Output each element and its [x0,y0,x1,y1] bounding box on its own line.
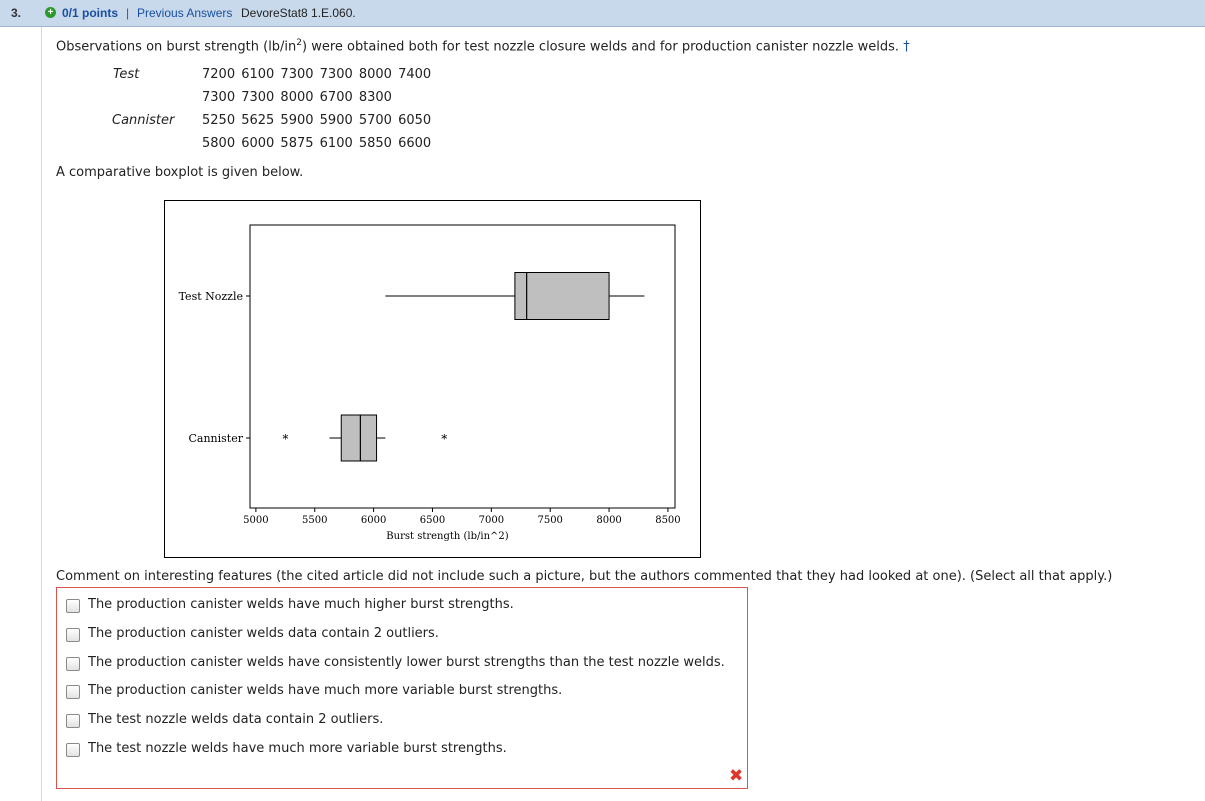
x-tick-label-8500: 8500 [655,515,680,526]
question-number: 3. [11,6,22,20]
option-label-1: The production canister welds have much … [88,597,514,612]
option-label-2: The production canister welds data conta… [88,626,439,641]
test-data-row-2: 7300 7300 8000 6700 8300 [202,90,392,105]
expand-plus-icon[interactable]: + [45,7,56,18]
points-score: 0/1 points [62,6,119,20]
test-data-row-1: 7200 6100 7300 7300 8000 7400 [202,67,432,82]
intro-text: Observations on burst strength (lb/in2) … [56,38,910,55]
x-tick-label-6500: 6500 [420,515,445,526]
y-label-cannister: Cannister [189,432,244,445]
outlier-cannister-2: * [441,432,447,446]
checkbox-1[interactable] [66,599,80,613]
test-label: Test [113,67,140,82]
checkbox-6[interactable] [66,743,80,757]
x-tick-label-8000: 8000 [596,515,621,526]
checkbox-4[interactable] [66,685,80,699]
outlier-cannister-1: * [282,432,288,446]
y-label-test-nozzle: Test Nozzle [179,290,243,303]
boxplot-chart: 5000 5500 6000 6500 7000 7500 8000 8500 Burst st… [179,224,681,542]
cannister-data-row-2: 5800 6000 5875 6100 5850 6600 [202,136,432,151]
x-tick-label-7500: 7500 [537,515,562,526]
left-rule [41,27,42,801]
option-label-6: The test nozzle welds have much more var… [88,741,507,756]
boxplot-intro: A comparative boxplot is given below. [56,165,304,180]
x-tick-label-5000: 5000 [243,515,268,526]
option-label-5: The test nozzle welds data contain 2 out… [88,712,384,727]
checkbox-5[interactable] [66,714,80,728]
incorrect-x-icon: ✖ [729,766,744,786]
x-tick-label-5500: 5500 [302,515,327,526]
x-axis-label: Burst strength (lb/in^2) [386,531,508,542]
previous-answers-link[interactable]: Previous Answers [137,0,232,26]
cannister-data-row-1: 5250 5625 5900 5900 5700 6050 [202,113,432,128]
question-prompt: Comment on interesting features (the cit… [56,569,1113,584]
box-cannister [340,414,378,462]
boxplot-figure: 5000 5500 6000 6500 7000 7500 8000 8500 Burst st… [164,200,701,558]
header-separator: | [126,6,130,20]
footnote-dagger-link[interactable]: † [903,39,910,54]
box-test-nozzle [514,272,610,320]
option-label-4: The production canister welds have much … [88,683,563,698]
plot-frame [249,224,676,509]
answer-options: The production canister welds have much … [56,587,748,789]
cannister-label: Cannister [112,113,175,128]
x-tick-label-7000: 7000 [479,515,504,526]
option-label-3: The production canister welds have consi… [88,655,725,670]
problem-code: DevoreStat8 1.E.060. [241,6,356,20]
x-tick-label-6000: 6000 [361,515,386,526]
checkbox-2[interactable] [66,628,80,642]
question-header: 3. + 0/1 points | Previous Answers Devor… [0,0,1205,27]
checkbox-3[interactable] [66,657,80,671]
